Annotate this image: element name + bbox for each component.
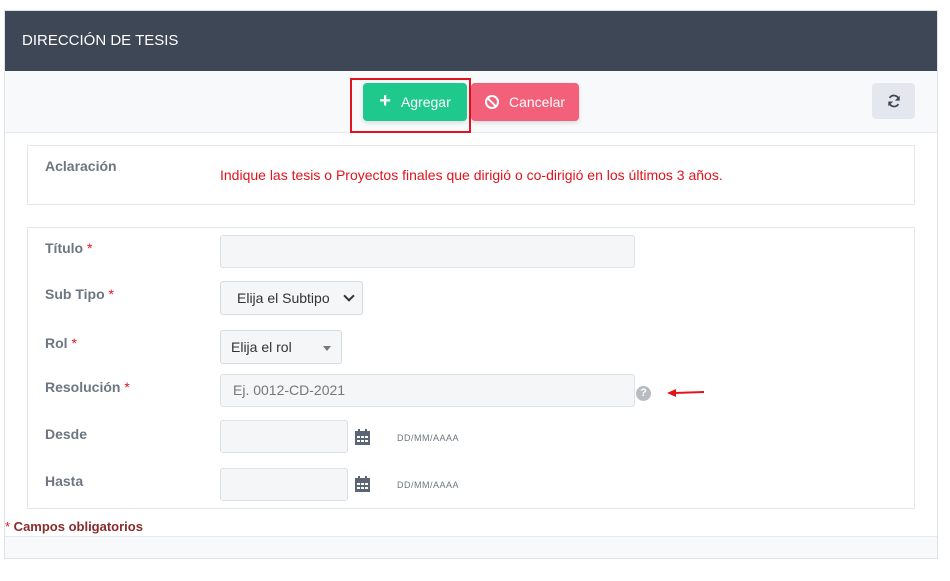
- clarification-text: Indique las tesis o Proyectos finales qu…: [220, 167, 723, 183]
- to-date-hint: DD/MM/AAAA: [397, 480, 460, 490]
- panel-footer: [5, 536, 937, 558]
- required-fields-note: * Campos obligatorios: [5, 519, 143, 534]
- help-icon[interactable]: ?: [636, 386, 651, 401]
- caret-down-icon: [323, 346, 331, 351]
- to-label: Hasta: [45, 473, 84, 489]
- role-select[interactable]: Elija el rol: [220, 330, 342, 364]
- resolution-label: Resolución *: [45, 379, 130, 395]
- resolution-input[interactable]: Ej. 0012-CD-2021: [220, 374, 635, 407]
- calendar-icon[interactable]: [355, 429, 370, 445]
- from-date-input[interactable]: [220, 420, 348, 453]
- add-button-label: Agregar: [400, 94, 451, 110]
- ban-icon: [484, 95, 499, 109]
- cancel-button[interactable]: Cancelar: [471, 83, 579, 121]
- title-input[interactable]: [220, 235, 635, 268]
- refresh-icon: [887, 94, 900, 108]
- required-fields-text: Campos obligatorios: [10, 519, 143, 534]
- from-label: Desde: [45, 426, 88, 442]
- clarification-box: Aclaración Indique las tesis o Proyectos…: [27, 145, 915, 205]
- clarification-label: Aclaración: [45, 158, 117, 174]
- cancel-button-label: Cancelar: [508, 94, 566, 110]
- subtype-select[interactable]: Elija el Subtipo: [220, 281, 363, 315]
- chevron-down-icon: [343, 290, 355, 302]
- required-mark: *: [124, 379, 130, 395]
- required-mark: *: [87, 240, 93, 256]
- subtype-label: Sub Tipo *: [45, 286, 114, 302]
- subtype-select-value: Elija el Subtipo: [237, 290, 330, 306]
- subtype-label-text: Sub Tipo: [45, 286, 105, 302]
- resolution-label-text: Resolución: [45, 379, 121, 395]
- calendar-icon[interactable]: [355, 476, 370, 492]
- red-arrow-annotation-icon: [667, 389, 705, 397]
- role-label: Rol *: [45, 335, 77, 351]
- required-mark: *: [71, 335, 77, 351]
- title-label: Título *: [45, 240, 92, 256]
- role-select-value: Elija el rol: [231, 339, 292, 355]
- panel-header: DIRECCIÓN DE TESIS: [5, 11, 937, 71]
- from-date-hint: DD/MM/AAAA: [397, 433, 460, 443]
- add-button[interactable]: + Agregar: [363, 83, 467, 121]
- title-label-text: Título: [45, 240, 84, 256]
- resolution-placeholder: Ej. 0012-CD-2021: [233, 382, 346, 398]
- required-mark: *: [108, 286, 114, 302]
- role-label-text: Rol: [45, 335, 68, 351]
- toolbar: + Agregar Cancelar: [5, 71, 937, 133]
- panel-title: DIRECCIÓN DE TESIS: [22, 32, 179, 49]
- to-date-input[interactable]: [220, 468, 348, 501]
- refresh-button[interactable]: [872, 83, 915, 119]
- thesis-form: Título * Sub Tipo * Elija el Subtipo Rol…: [27, 227, 915, 509]
- thesis-direction-panel: DIRECCIÓN DE TESIS + Agregar Cancelar Ac…: [4, 10, 938, 559]
- plus-icon: +: [379, 90, 391, 112]
